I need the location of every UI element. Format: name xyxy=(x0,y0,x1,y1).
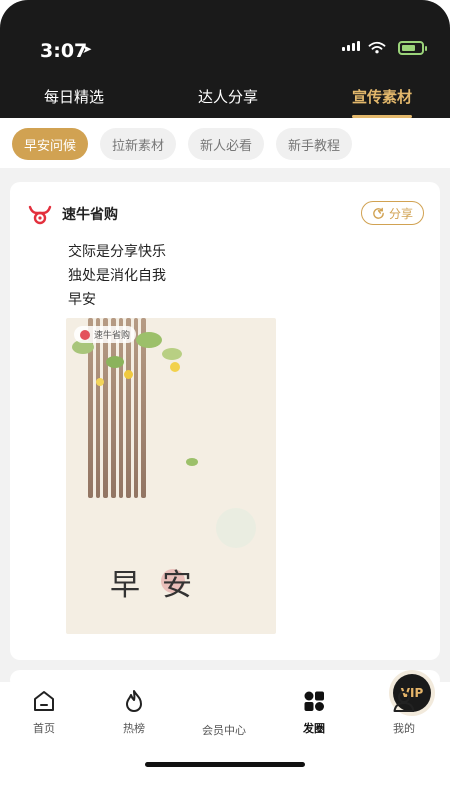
poster-brand-tag: 速牛省购 xyxy=(74,326,137,343)
flame-icon xyxy=(126,690,142,712)
poster-brand-text: 速牛省购 xyxy=(94,331,131,341)
wifi-icon xyxy=(368,41,386,54)
nav-mine[interactable]: 我的 xyxy=(368,688,440,736)
poster-soft-blur xyxy=(216,508,256,548)
filter-pill-bar: 早安问候 拉新素材 新人必看 新手教程 xyxy=(0,118,450,168)
grid-icon xyxy=(304,691,324,711)
post-author: 速牛省购 xyxy=(28,202,118,226)
nav-home[interactable]: 首页 xyxy=(8,688,80,736)
bottom-nav: 首页 热榜 VIP 会员中心 发圈 我的 xyxy=(0,670,450,800)
nav-label: 发圈 xyxy=(303,722,325,735)
poster-flower xyxy=(170,362,180,372)
battery-level xyxy=(402,45,415,51)
battery-icon xyxy=(398,41,427,55)
share-refresh-icon xyxy=(373,207,384,219)
nav-label: 我的 xyxy=(393,722,415,735)
pill-newbie-must-see[interactable]: 新人必看 xyxy=(188,128,265,160)
nav-label: 首页 xyxy=(33,722,55,735)
location-arrow-icon: ➤ xyxy=(82,42,93,56)
cellular-signal-icon xyxy=(342,41,360,51)
tab-daily-picks[interactable]: 每日精选 xyxy=(44,74,104,118)
share-button[interactable]: 分享 xyxy=(360,201,424,225)
poster-foliage xyxy=(106,356,124,368)
poster-foliage xyxy=(136,332,162,348)
poster-foliage xyxy=(186,458,198,466)
post-text: 交际是分享快乐 独处是消化自我 早安 xyxy=(68,240,166,312)
home-icon xyxy=(34,691,54,711)
home-indicator[interactable] xyxy=(145,762,305,767)
tab-promo-materials[interactable]: 宣传素材 xyxy=(351,74,412,118)
nav-label: 热榜 xyxy=(123,722,145,735)
status-bar: 3:07 ➤ xyxy=(0,0,450,62)
brand-dot-icon xyxy=(80,329,90,340)
poster-title: 早安 xyxy=(110,568,214,603)
pill-beginner-tutorial[interactable]: 新手教程 xyxy=(276,128,353,160)
poster-window-lattice xyxy=(88,318,146,498)
nav-label: 会员中心 xyxy=(202,724,246,737)
poster-flower xyxy=(124,370,133,379)
top-tab-bar: 每日精选 达人分享 宣传素材 xyxy=(0,74,450,118)
pill-morning-greeting[interactable]: 早安问候 xyxy=(12,128,89,160)
share-label: 分享 xyxy=(388,206,413,221)
poster-image[interactable]: 速牛省购 早安 xyxy=(66,318,276,634)
poster-flower xyxy=(96,378,104,386)
tab-expert-share[interactable]: 达人分享 xyxy=(198,74,258,118)
poster-foliage xyxy=(162,348,182,360)
nav-moments[interactable]: 发圈 xyxy=(278,688,350,736)
profile-icon xyxy=(393,691,415,712)
pill-acquisition-material[interactable]: 拉新素材 xyxy=(100,128,177,160)
post-card: 速牛省购 分享 交际是分享快乐 独处是消化自我 早安 速牛省购 早安 xyxy=(10,182,440,660)
post-line: 交际是分享快乐 xyxy=(68,244,166,260)
nav-hot-list[interactable]: 热榜 xyxy=(98,688,170,736)
status-time: 3:07 xyxy=(40,40,88,62)
nav-member-center[interactable]: VIP 会员中心 xyxy=(188,670,435,738)
brand-bull-logo-icon xyxy=(28,205,52,225)
brand-name: 速牛省购 xyxy=(62,207,118,223)
post-line: 独处是消化自我 xyxy=(68,268,166,284)
post-line: 早安 xyxy=(68,292,96,308)
